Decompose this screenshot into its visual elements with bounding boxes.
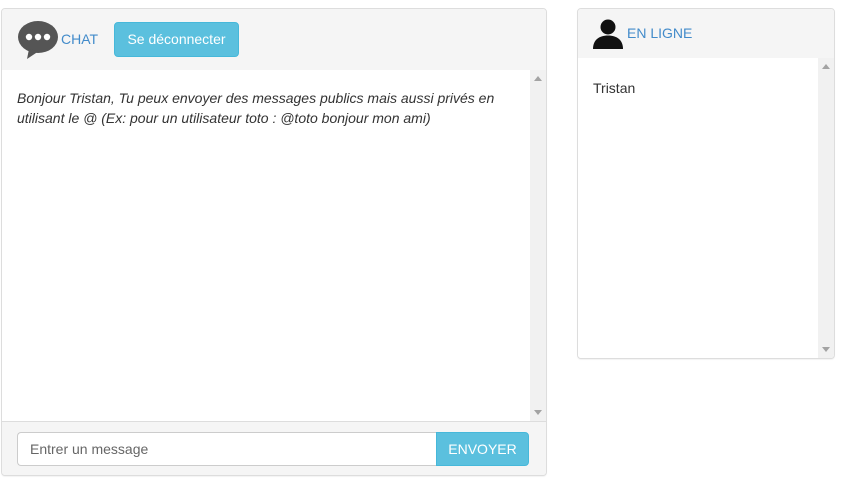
chat-bubble-icon: [18, 21, 58, 59]
online-panel-heading: EN LIGNE: [578, 9, 834, 58]
chat-scrollbar[interactable]: [530, 70, 546, 421]
chat-footer: ENVOYER: [2, 421, 546, 475]
online-user-item[interactable]: Tristan: [593, 78, 803, 98]
chat-panel: CHAT Se déconnecter Bonjour Tristan, Tu …: [1, 8, 547, 476]
chat-title: CHAT: [61, 31, 99, 47]
scroll-down-arrow-icon[interactable]: [822, 347, 830, 352]
online-scrollbar[interactable]: [818, 58, 834, 358]
online-title: EN LIGNE: [627, 25, 693, 41]
message-input[interactable]: [17, 432, 436, 466]
scroll-up-arrow-icon[interactable]: [822, 64, 830, 69]
logout-button[interactable]: Se déconnecter: [114, 22, 239, 57]
scroll-down-arrow-icon[interactable]: [534, 410, 542, 415]
online-users-list: Tristan: [578, 58, 818, 358]
scroll-up-arrow-icon[interactable]: [534, 76, 542, 81]
chat-messages[interactable]: Bonjour Tristan, Tu peux envoyer des mes…: [2, 70, 530, 421]
online-panel: EN LIGNE Tristan: [577, 8, 835, 359]
chat-message: Bonjour Tristan, Tu peux envoyer des mes…: [17, 90, 495, 126]
send-button[interactable]: ENVOYER: [436, 432, 529, 466]
user-icon: [593, 19, 623, 49]
chat-panel-heading: CHAT Se déconnecter: [2, 9, 546, 70]
